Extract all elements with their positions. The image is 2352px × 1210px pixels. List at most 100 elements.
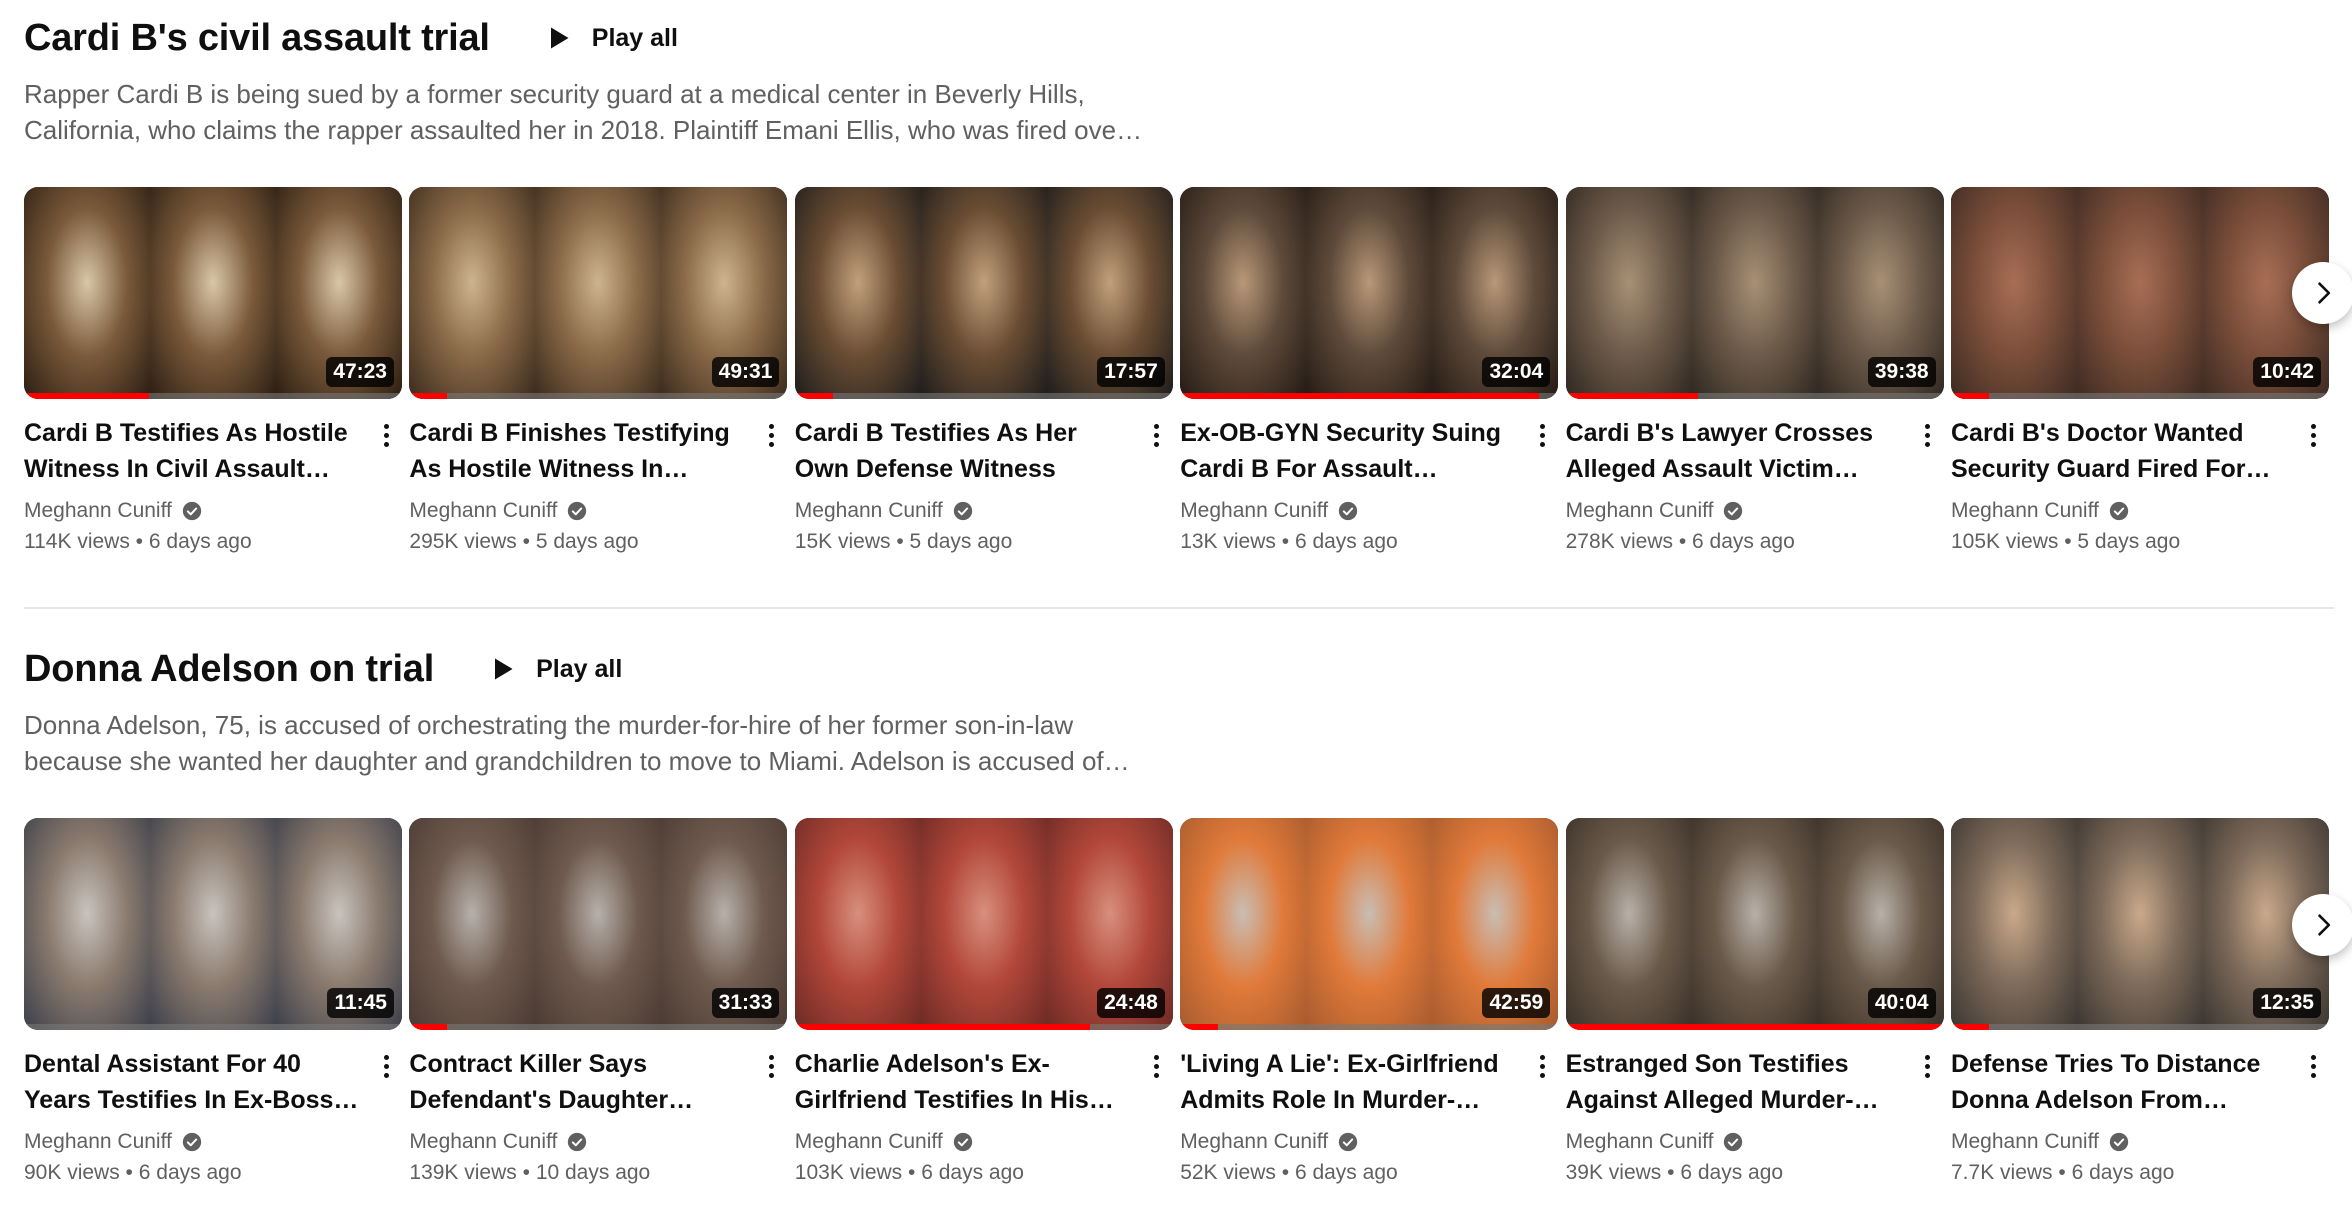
duration-badge: 31:33	[711, 988, 780, 1018]
more-actions-icon[interactable]	[2303, 1052, 2323, 1082]
video-card[interactable]: 11:45 Dental Assistant For 40 Years Testi…	[24, 818, 402, 1189]
channel-name[interactable]: Meghann Cuniff	[24, 1127, 402, 1157]
upload-age: 5 days ago	[909, 530, 1013, 553]
more-actions-icon[interactable]	[2303, 421, 2323, 451]
verified-badge-icon	[1338, 1132, 1358, 1152]
verified-badge-icon	[1724, 501, 1743, 521]
shelf-description[interactable]: Rapper Cardi B is being sued by a former…	[24, 76, 1144, 148]
video-title[interactable]: Ex-OB-GYN Security Suing Cardi B For Ass…	[1180, 415, 1518, 487]
upload-age: 6 days ago	[1294, 1161, 1398, 1184]
video-title[interactable]: 'Living A Lie': Ex-Girlfriend Admits Rol…	[1180, 1046, 1518, 1118]
channel-name[interactable]: Meghann Cuniff	[24, 496, 402, 526]
video-title[interactable]: Charlie Adelson's Ex-Girlfriend Testifie…	[795, 1046, 1133, 1118]
video-card[interactable]: 49:31 Cardi B Finishes Testifying As Host…	[409, 187, 788, 558]
view-count: 90K views	[24, 1161, 120, 1184]
shelf-title[interactable]: Donna Adelson on trial	[24, 648, 434, 691]
video-stats: 52K views • 6 days ago	[1180, 1157, 1558, 1189]
more-actions-icon[interactable]	[1918, 1052, 1938, 1082]
separator-dot: •	[516, 530, 536, 553]
video-stats: 139K views • 10 days ago	[409, 1157, 787, 1189]
more-actions-icon[interactable]	[1918, 421, 1938, 451]
video-card[interactable]: 47:23 Cardi B Testifies As Hostile Witnes…	[24, 187, 402, 558]
video-title[interactable]: Defense Tries To Distance Donna Adelson …	[1951, 1046, 2289, 1118]
more-actions-icon[interactable]	[376, 1052, 396, 1082]
video-thumbnail[interactable]: 42:59	[1180, 818, 1559, 1030]
thumbnail-panel	[409, 818, 536, 1030]
more-actions-icon[interactable]	[1147, 1052, 1167, 1082]
channel-name[interactable]: Meghann Cuniff	[409, 496, 787, 526]
play-all-button[interactable]: Play all	[474, 641, 636, 697]
shelf-description[interactable]: Donna Adelson, 75, is accused of orchest…	[24, 707, 1144, 779]
channel-name[interactable]: Meghann Cuniff	[1180, 1127, 1558, 1157]
video-meta: 'Living A Lie': Ex-Girlfriend Admits Rol…	[1180, 1030, 1558, 1189]
duration-badge: 42:59	[1482, 988, 1551, 1018]
video-thumbnail[interactable]: 32:04	[1180, 187, 1559, 399]
thumbnail-panel	[1691, 818, 1818, 1030]
video-thumbnail[interactable]: 12:35	[1951, 818, 2329, 1030]
more-actions-icon[interactable]	[376, 421, 396, 451]
next-videos-button[interactable]	[2292, 894, 2352, 956]
video-stats: 295K views • 5 days ago	[409, 526, 787, 558]
separator-dot: •	[2052, 1161, 2072, 1184]
video-thumbnail[interactable]: 31:33	[409, 818, 788, 1030]
video-thumbnail[interactable]: 24:48	[794, 818, 1173, 1030]
video-title[interactable]: Estranged Son Testifies Against Alleged …	[1566, 1046, 1904, 1118]
separator-dot: •	[890, 530, 910, 553]
video-card[interactable]: 10:42 Cardi B's Doctor Wanted Security Gu…	[1951, 187, 2329, 558]
video-title[interactable]: Cardi B Finishes Testifying As Hostile W…	[409, 415, 747, 487]
separator-dot: •	[129, 530, 149, 553]
play-all-button[interactable]: Play all	[530, 10, 692, 66]
upload-age: 6 days ago	[1680, 1161, 1784, 1184]
video-title[interactable]: Contract Killer Says Defendant's Daughte…	[409, 1046, 747, 1118]
video-card[interactable]: 12:35 Defense Tries To Distance Donna Ade…	[1951, 818, 2329, 1189]
more-actions-icon[interactable]	[761, 421, 781, 451]
video-title[interactable]: Cardi B Testifies As Her Own Defense Wit…	[795, 415, 1133, 487]
video-title[interactable]: Cardi B Testifies As Hostile Witness In …	[24, 415, 362, 487]
thumbnail-panel	[1565, 187, 1692, 399]
view-count: 105K views	[1951, 530, 2059, 553]
video-thumbnail[interactable]: 39:38	[1565, 187, 1944, 399]
shelf-title[interactable]: Cardi B's civil assault trial	[24, 17, 490, 60]
channel-name[interactable]: Meghann Cuniff	[1951, 496, 2329, 526]
video-card[interactable]: 42:59 'Living A Lie': Ex-Girlfriend Admit…	[1180, 818, 1559, 1189]
video-title[interactable]: Cardi B's Lawyer Crosses Alleged Assault…	[1566, 415, 1904, 487]
duration-badge: 17:57	[1097, 357, 1165, 387]
separator-dot: •	[1275, 1161, 1295, 1184]
video-stats: 90K views • 6 days ago	[24, 1157, 402, 1189]
more-actions-icon[interactable]	[1532, 1052, 1552, 1082]
next-videos-button[interactable]	[2292, 262, 2352, 324]
verified-badge-icon	[2109, 501, 2129, 521]
channel-name[interactable]: Meghann Cuniff	[795, 496, 1173, 526]
channel-name[interactable]: Meghann Cuniff	[1566, 1127, 1944, 1157]
channel-name[interactable]: Meghann Cuniff	[795, 1127, 1173, 1157]
more-actions-icon[interactable]	[1532, 421, 1552, 451]
channel-label: Meghann Cuniff	[24, 1130, 172, 1153]
duration-badge: 40:04	[1867, 988, 1936, 1018]
channel-name[interactable]: Meghann Cuniff	[1566, 496, 1944, 526]
more-actions-icon[interactable]	[761, 1052, 781, 1082]
video-thumbnail[interactable]: 17:57	[794, 187, 1173, 399]
channel-name[interactable]: Meghann Cuniff	[1180, 496, 1558, 526]
more-actions-icon[interactable]	[1147, 421, 1167, 451]
channel-name[interactable]: Meghann Cuniff	[409, 1127, 787, 1157]
video-thumbnail[interactable]: 10:42	[1951, 187, 2329, 399]
video-thumbnail[interactable]: 47:23	[24, 187, 402, 399]
playlist-shelves-page: Cardi B's civil assault trial Play all R…	[0, 0, 2352, 1210]
video-thumbnail[interactable]: 11:45	[24, 818, 402, 1030]
channel-label: Meghann Cuniff	[1565, 499, 1714, 522]
video-card[interactable]: 40:04 Estranged Son Testifies Against All…	[1565, 818, 1944, 1189]
channel-name[interactable]: Meghann Cuniff	[1951, 1127, 2329, 1157]
separator-dot: •	[1661, 1161, 1681, 1184]
video-card[interactable]: 24:48 Charlie Adelson's Ex-Girlfriend Tes…	[794, 818, 1173, 1189]
video-thumbnail[interactable]: 49:31	[409, 187, 788, 399]
video-card[interactable]: 39:38 Cardi B's Lawyer Crosses Alleged As…	[1565, 187, 1944, 558]
video-card[interactable]: 32:04 Ex-OB-GYN Security Suing Cardi B Fo…	[1180, 187, 1559, 558]
separator-dot: •	[119, 1161, 139, 1184]
video-thumbnail[interactable]: 40:04	[1565, 818, 1944, 1030]
video-title[interactable]: Cardi B's Doctor Wanted Security Guard F…	[1951, 415, 2289, 487]
video-title[interactable]: Dental Assistant For 40 Years Testifies …	[24, 1046, 362, 1118]
thumbnail-panel	[535, 187, 662, 399]
video-card[interactable]: 31:33 Contract Killer Says Defendant's Da…	[409, 818, 788, 1189]
video-card[interactable]: 17:57 Cardi B Testifies As Her Own Defens…	[794, 187, 1173, 558]
separator-dot: •	[516, 1161, 536, 1184]
